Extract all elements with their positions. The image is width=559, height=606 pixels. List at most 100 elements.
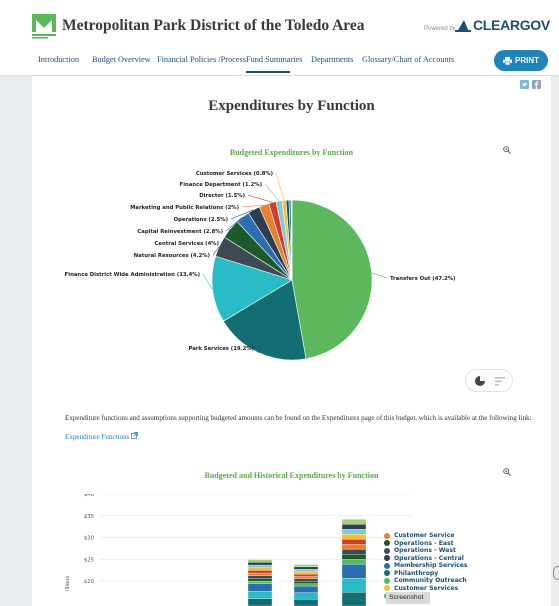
legend-dot-icon [384, 532, 390, 539]
legend-item[interactable]: Customer Services [384, 585, 468, 593]
pie-slice-label: Customer Services (0.8%) [196, 171, 273, 177]
legend-item[interactable]: Community Outreach [384, 577, 468, 585]
bar-chart[interactable]: $20 $25 $30 $35 $40 illions [32, 494, 551, 606]
site-header: Metropolitan Park District of the Toledo… [0, 0, 559, 76]
bar-segment[interactable] [247, 598, 273, 606]
pie-slice-label: Central Services (4%) [155, 241, 219, 247]
nav-glossary[interactable]: Glossary/Chart of Accounts [362, 55, 454, 64]
bar-segment[interactable] [247, 578, 273, 582]
cleargov-logo-icon[interactable] [455, 18, 471, 32]
bar-segment[interactable] [293, 564, 319, 568]
bar-segment[interactable] [247, 559, 273, 563]
pie-leader-line [247, 194, 273, 203]
bar-segment[interactable] [247, 564, 273, 568]
pie-slice-label: Transfers Out (47.2%) [390, 276, 456, 282]
bar-segment[interactable] [293, 585, 319, 593]
pie-leader-line [371, 272, 388, 279]
description-text: Expenditure functions and assumptions su… [65, 414, 532, 422]
pie-slice[interactable] [291, 199, 373, 360]
bar-segment[interactable] [293, 573, 319, 577]
legend-label: Customer Service [394, 532, 455, 540]
bar-segment[interactable] [247, 575, 273, 579]
scroll-handle[interactable] [553, 566, 559, 580]
bar-segment[interactable] [293, 566, 319, 570]
cleargov-brand[interactable]: CLEARGOV [473, 17, 550, 33]
y-axis-label: illions [65, 576, 71, 591]
pie-chart[interactable]: Transfers Out (47.2%) Park Services (19.2… [32, 170, 551, 370]
chart-type-toggle[interactable] [465, 369, 513, 392]
pie-leader-line [275, 172, 285, 201]
nav-departments[interactable]: Departments [311, 55, 353, 64]
pie-slice-label: Operations (2.5%) [174, 217, 228, 223]
legend-dot-icon [384, 585, 390, 592]
nav-introduction[interactable]: Introduction [38, 55, 79, 64]
bar-segment[interactable] [293, 571, 319, 575]
page-title: Expenditures by Function [208, 98, 375, 114]
bar-segment[interactable] [341, 524, 367, 530]
bar-segment[interactable] [247, 583, 273, 592]
bar-segment[interactable] [293, 576, 319, 580]
legend-item[interactable]: Operations - West [384, 547, 468, 555]
legend-item[interactable]: Operations - East [384, 540, 468, 548]
legend-label: Operations - Central [394, 554, 464, 562]
facebook-icon[interactable] [532, 80, 541, 89]
bar-segment[interactable] [341, 578, 367, 593]
legend-dot-icon [384, 547, 390, 554]
pie-leader-line [202, 273, 213, 290]
bar-segment[interactable] [341, 554, 367, 560]
pie-view-icon[interactable] [475, 376, 485, 386]
powered-by-label: Powered by [424, 26, 456, 32]
bar-segment[interactable] [341, 564, 367, 579]
legend-dot-icon [384, 570, 390, 577]
bar-chart-legend: Customer Service Operations - East Operati… [384, 532, 468, 600]
legend-label: Operations - East [394, 539, 454, 547]
pie-slice-label: Natural Resources (4.2%) [134, 253, 210, 259]
bar-segment[interactable] [247, 567, 273, 571]
pie-slice-label: Marketing and Public Relations (2%) [130, 205, 239, 211]
bar-segment[interactable] [341, 544, 367, 550]
y-tick-label: $35 [84, 514, 94, 520]
bar-segment[interactable] [293, 592, 319, 600]
bar-segment[interactable] [293, 581, 319, 584]
site-title: Metropolitan Park District of the Toledo… [62, 17, 365, 34]
bar-view-icon[interactable] [495, 377, 505, 386]
nav-budget-overview[interactable]: Budget Overview [92, 55, 151, 64]
legend-item[interactable]: Membership Services [384, 562, 468, 570]
bar-segment[interactable] [247, 591, 273, 599]
bar-segment[interactable] [293, 569, 319, 572]
bar-segment[interactable] [341, 539, 367, 545]
legend-label: Philanthropy [394, 569, 439, 577]
bar-segment[interactable] [247, 572, 273, 576]
zoom-icon[interactable] [503, 146, 511, 154]
legend-label: Membership Services [394, 562, 468, 570]
expenditure-functions-link[interactable]: Expenditure Functions [65, 432, 139, 441]
print-button[interactable]: PRINT [494, 50, 548, 71]
legend-item[interactable]: Operations - Central [384, 555, 468, 563]
legend-dot-icon [384, 562, 390, 569]
bar-segment[interactable] [293, 599, 319, 606]
printer-icon [503, 56, 512, 65]
bar-segment[interactable] [341, 549, 367, 555]
nav-fund-summaries[interactable]: Fund Summaries [246, 55, 302, 64]
bar-segment[interactable] [247, 580, 273, 584]
bar-segment[interactable] [341, 519, 367, 525]
link-label: Expenditure Functions [65, 433, 130, 441]
legend-item[interactable]: Philanthropy [384, 570, 468, 578]
legend-dot-icon [384, 577, 390, 584]
zoom-icon-2[interactable] [503, 468, 511, 476]
bar-segment[interactable] [341, 534, 367, 540]
park-district-logo-icon[interactable] [32, 14, 56, 40]
y-tick-label: $30 [84, 536, 95, 542]
bar-segment[interactable] [293, 578, 319, 582]
bar-segment[interactable] [341, 559, 367, 565]
pie-chart-title: Budgeted Expenditures by Function [229, 148, 354, 157]
legend-item[interactable]: Customer Service [384, 532, 468, 540]
bar-segment[interactable] [293, 583, 319, 587]
bar-segment[interactable] [247, 570, 273, 574]
nav-financial-policies[interactable]: Financial Policies /Process [157, 55, 246, 64]
bar-segment[interactable] [247, 562, 273, 566]
bar-segment[interactable] [341, 529, 367, 535]
bar-segment[interactable] [341, 591, 367, 606]
left-gutter [0, 76, 14, 606]
twitter-icon[interactable] [520, 80, 529, 89]
